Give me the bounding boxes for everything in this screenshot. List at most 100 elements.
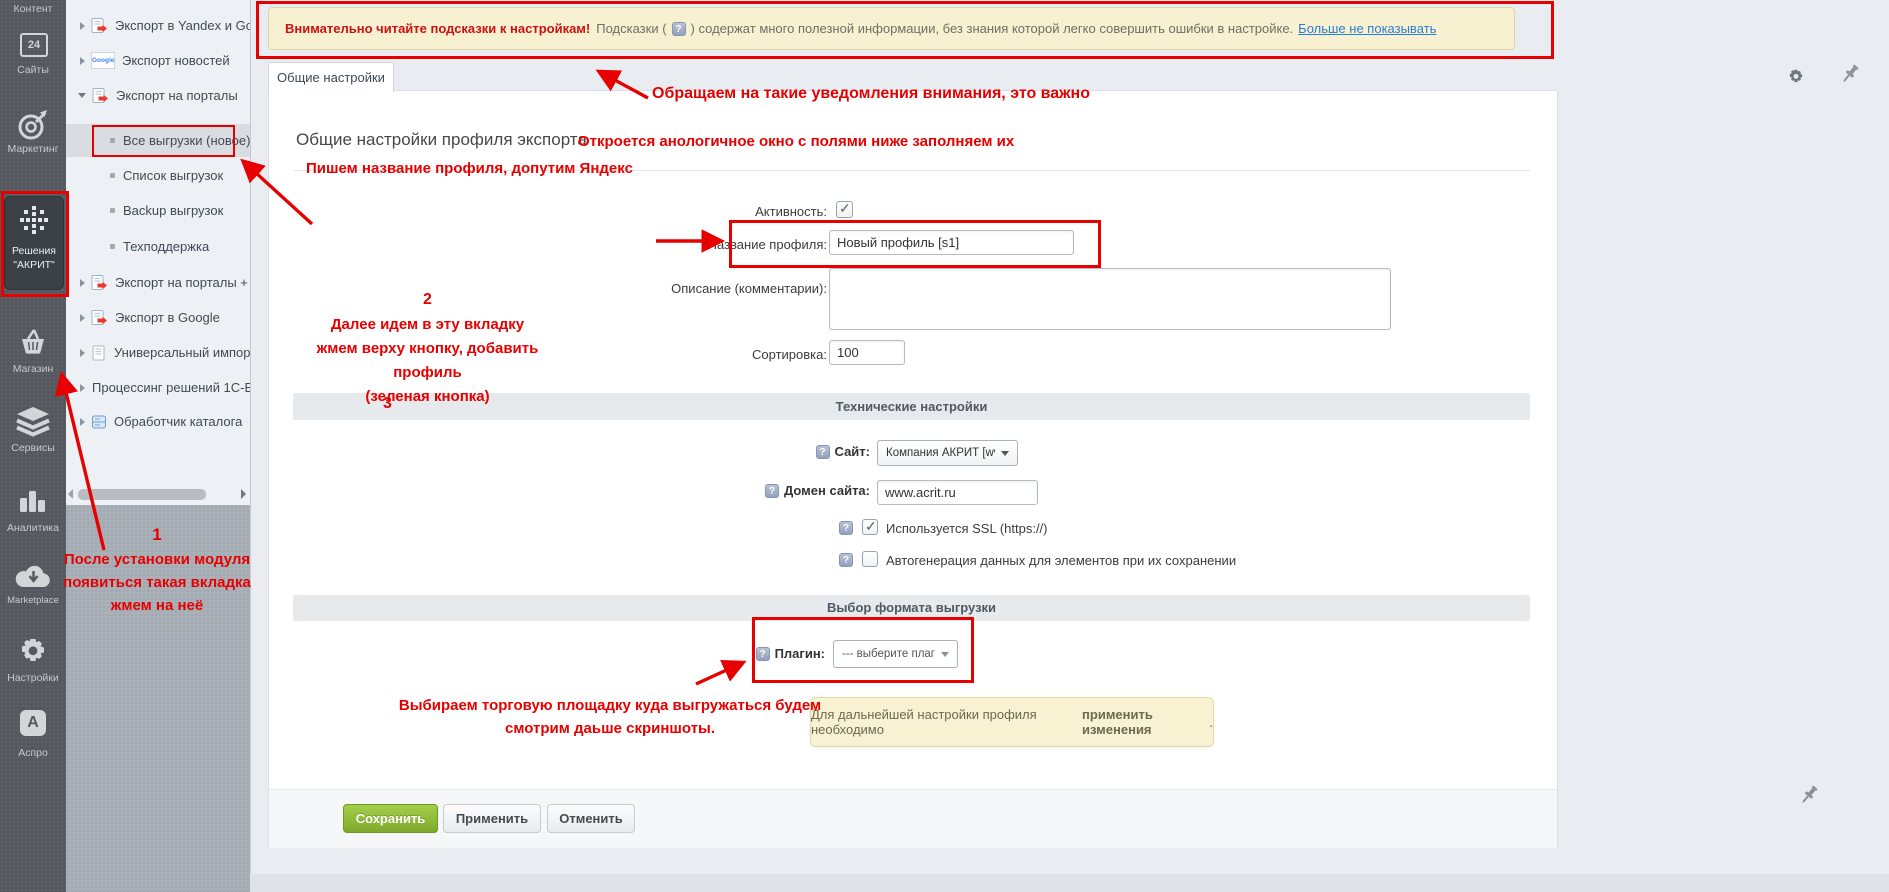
sidebar-item-aspro[interactable]: Аспро [0,747,66,759]
annotation-step1-number: 1 [52,522,262,548]
menu-item-export-news[interactable]: Google Экспорт новостей [66,45,250,76]
catalog-icon [91,414,107,430]
help-icon[interactable] [839,553,853,567]
sidebar-item-settings[interactable]: Настройки [0,672,66,684]
domain-input[interactable] [877,480,1038,505]
sidebar-item-acrit-solutions[interactable]: Решения "АКРИТ" [4,196,64,290]
menu-item-processing-1c[interactable]: Процессинг решений 1С-Битр [66,372,250,403]
sidebar-item-acrit-label-2: "АКРИТ" [5,259,63,271]
sidebar-item-content[interactable]: Контент [0,3,66,15]
expand-arrow-icon [80,279,85,287]
help-icon[interactable] [839,521,853,535]
cancel-button[interactable]: Отменить [547,804,635,833]
document-icon [91,345,107,361]
menu-item-export-yandex-google[interactable]: Экспорт в Yandex и Google [66,10,250,41]
sidebar-item-sites[interactable]: Сайты [0,64,66,76]
chevron-down-icon [1001,451,1009,456]
chevron-down-icon [941,652,949,657]
sort-label: Сортировка: [597,347,827,362]
admin-page: Контент 24 Сайты Маркетинг Решения "АКРИ… [0,0,1889,892]
description-textarea[interactable] [829,268,1391,330]
sidebar-item-services[interactable]: Сервисы [0,442,66,454]
services-layers-icon[interactable] [15,406,51,438]
ssl-label: Используется SSL (https://) [886,521,1048,536]
site-select[interactable]: Компания АКРИТ [www.acrit.ru] [877,440,1018,466]
scrollbar-thumb[interactable] [78,489,206,500]
export-doc-icon [91,275,108,291]
profile-name-input[interactable] [829,230,1074,255]
annotation-note-profile-name: Пишем название профиля, допутим Яндекс [306,160,633,177]
domain-label: Домен сайта: [784,483,870,498]
dismiss-notifications-link[interactable]: Больше не показывать [1298,21,1436,36]
annotation-note-plugin: Выбираем торговую площадку куда выгружат… [330,694,890,740]
sidebar-item-marketing[interactable]: Маркетинг [0,143,66,155]
save-button[interactable]: Сохранить [343,804,438,833]
settings-gear-icon[interactable] [17,636,49,668]
aspro-icon[interactable]: A [20,710,46,736]
scroll-left-arrow-icon[interactable] [68,489,73,499]
sidebar-item-acrit-label-1: Решения [5,245,63,257]
apply-button[interactable]: Применить [443,804,541,833]
menu-item-backup-uploads[interactable]: Backup выгрузок [66,195,250,226]
sidebar-item-shop[interactable]: Магазин [0,363,66,375]
help-icon[interactable] [765,484,779,498]
bullet-icon [110,244,115,249]
main-sidebar: Контент 24 Сайты Маркетинг Решения "АКРИ… [0,0,66,892]
annotation-note-plugin-line1: Выбираем торговую площадку куда выгружат… [330,694,890,717]
expand-arrow-icon [80,314,85,322]
menu-item-support[interactable]: Техподдержка [66,231,250,262]
activity-label: Активность: [597,204,827,219]
page-title: Общие настройки профиля экспорта [296,130,587,150]
annotation-step2-line1: Далее идем в эту вкладку [285,313,570,337]
site-label-row: Сайт: [600,444,870,459]
sites-icon[interactable]: 24 [20,33,48,57]
profile-name-label: Название профиля: [597,237,827,252]
help-icon[interactable] [756,647,770,661]
autogen-checkbox[interactable] [862,551,878,567]
notice-bold-text: применить изменения [1082,707,1209,737]
pin-icon[interactable] [1838,62,1862,93]
activity-checkbox[interactable] [836,201,853,218]
notification-warning-text: Внимательно читайте подсказки к настройк… [285,21,590,36]
menu-item-export-portals-api[interactable]: Экспорт на порталы + API [66,267,250,298]
notification-text-1: Подсказки ( [596,21,666,36]
export-doc-icon [91,18,108,34]
annotation-step1-line2: появиться такая вкладка [52,571,262,594]
menu-item-uploads-list[interactable]: Список выгрузок [66,160,250,191]
help-icon [672,22,686,36]
annotation-step1-line3: жмем на неё [52,594,262,617]
annotation-step1-line1: После установки модуля [52,548,262,571]
bullet-icon [110,173,115,178]
scroll-right-arrow-icon[interactable] [241,489,246,499]
menu-item-universal-import[interactable]: Универсальный импорт [66,337,250,368]
marketing-target-icon[interactable] [17,108,49,142]
export-doc-icon [92,88,109,104]
ssl-checkbox[interactable] [862,519,878,535]
tab-general-settings[interactable]: Общие настройки [268,62,394,92]
annotation-step2-line2: жмем верху кнопку, добавить профиль [285,337,570,385]
menu-item-catalog-handler[interactable]: Обработчик каталога [66,406,250,437]
marketplace-cloud-icon[interactable] [14,562,52,590]
pin-icon-bottom[interactable] [1797,783,1821,814]
collapse-arrow-icon [78,93,86,98]
analytics-bars-icon[interactable] [18,486,48,516]
plugin-select[interactable]: --- выберите плагин --- [833,640,958,668]
annotation-step2-line3: (зеленая кнопка) [285,385,570,409]
form-settings-gear-icon[interactable] [1787,68,1805,91]
expand-arrow-icon [80,418,85,426]
acrit-logo-icon [19,205,49,235]
annotation-step3-number: 3 [383,395,392,413]
site-label: Сайт: [835,444,870,459]
sort-input[interactable] [829,340,905,365]
help-icon[interactable] [816,445,830,459]
menu-item-all-uploads-new[interactable]: Все выгрузки (новое) [66,124,250,157]
menu-item-export-google[interactable]: Экспорт в Google [66,302,250,333]
menu-item-export-portals[interactable]: Экспорт на порталы [66,80,250,111]
expand-arrow-icon [80,22,85,30]
annotation-note-plugin-line2: смотрим даьше скриншоты. [330,717,890,740]
site-select-value: Компания АКРИТ [www.acrit.ru] [886,447,995,459]
annotation-note-title: Откроется анологичное окно с полями ниже… [578,133,1014,150]
annotation-step2: 2 Далее идем в эту вкладку жмем верху кн… [285,287,570,409]
shop-basket-icon[interactable] [17,328,49,358]
notification-text-2: ) содержат много полезной информации, бе… [691,21,1294,36]
